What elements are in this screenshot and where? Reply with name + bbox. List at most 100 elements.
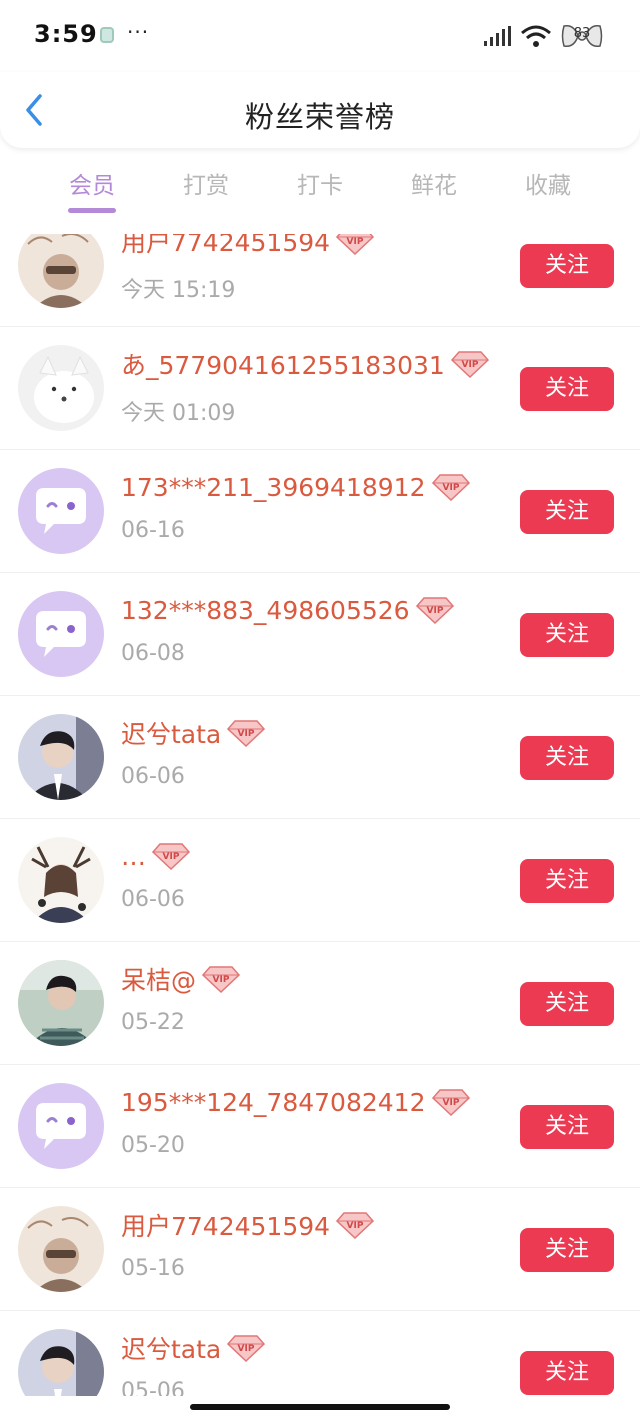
list-item[interactable]: 195***124_7847082412 VIP 05-20 关注 [0, 1065, 640, 1188]
user-name: 呆桔@ [121, 966, 197, 995]
wifi-icon [521, 25, 551, 47]
list-item[interactable]: 迟兮tata VIP 06-06 关注 [0, 696, 640, 819]
status-icons: 83 [482, 22, 604, 50]
follow-button[interactable]: 关注 [520, 1351, 614, 1395]
svg-text:VIP: VIP [442, 483, 459, 493]
list-item[interactable]: 迟兮tata VIP 05-06 关注 [0, 1311, 640, 1396]
avatar[interactable] [18, 837, 104, 923]
visit-date: 06-16 [121, 518, 185, 543]
visit-date: 05-16 [121, 1256, 185, 1281]
visit-date: 05-22 [121, 1010, 185, 1035]
visit-date: 06-08 [121, 641, 185, 666]
follow-button[interactable]: 关注 [520, 613, 614, 657]
tab-member[interactable]: 会员 [44, 166, 140, 200]
list-item[interactable]: あ_577904161255183031 VIP 今天 01:09 关注 [0, 327, 640, 450]
avatar[interactable] [18, 714, 104, 800]
follow-button[interactable]: 关注 [520, 367, 614, 411]
list-item[interactable]: 132***883_498605526 VIP 06-08 关注 [0, 573, 640, 696]
list-item[interactable]: 呆桔@ VIP 05-22 关注 [0, 942, 640, 1065]
page-title: 粉丝荣誉榜 [244, 100, 395, 134]
tab-reward[interactable]: 打赏 [158, 166, 254, 200]
tab-indicator [68, 208, 116, 213]
visit-date: 05-20 [121, 1133, 185, 1158]
fan-list[interactable]: 用户7742451594 VIP 今天 15:19 关注 あ_5779041612551… [0, 234, 640, 1396]
svg-text:VIP: VIP [163, 852, 180, 862]
vip-diamond-icon: VIP [450, 351, 489, 378]
vip-diamond-icon: VIP [431, 1089, 470, 1116]
name-line: 195***124_7847082412 VIP [121, 1085, 470, 1119]
svg-text:VIP: VIP [213, 975, 230, 985]
user-name: 迟兮tata [121, 720, 222, 749]
vip-diamond-icon: VIP [415, 597, 454, 624]
svg-text:VIP: VIP [442, 1098, 459, 1108]
user-name: 用户7742451594 [121, 1212, 331, 1241]
svg-text:VIP: VIP [426, 606, 443, 616]
vip-diamond-icon: VIP [227, 720, 266, 747]
vip-diamond-icon: VIP [202, 966, 241, 993]
list-item[interactable]: 用户7742451594 VIP 今天 15:19 关注 [0, 234, 640, 327]
name-line: 迟兮tata VIP [121, 1331, 266, 1365]
avatar[interactable] [18, 960, 104, 1046]
name-line: … VIP [121, 839, 190, 873]
signal-icon [484, 26, 511, 46]
user-name: 132***883_498605526 [121, 595, 410, 625]
app-notification-icon [100, 27, 114, 43]
list-item[interactable]: 173***211_3969418912 VIP 06-16 关注 [0, 450, 640, 573]
list-item[interactable]: 用户7742451594 VIP 05-16 关注 [0, 1188, 640, 1311]
home-indicator[interactable] [190, 1404, 450, 1410]
follow-button[interactable]: 关注 [520, 859, 614, 903]
user-name: 173***211_3969418912 [121, 472, 426, 502]
avatar[interactable] [18, 345, 104, 431]
tab-flowers[interactable]: 鲜花 [386, 166, 482, 200]
vip-diamond-icon: VIP [336, 234, 375, 255]
user-name: あ_577904161255183031 [121, 351, 445, 380]
user-name: 迟兮tata [121, 1335, 222, 1364]
follow-button[interactable]: 关注 [520, 244, 614, 288]
tab-favorites[interactable]: 收藏 [500, 166, 596, 200]
tab-checkin[interactable]: 打卡 [272, 166, 368, 200]
svg-text:VIP: VIP [461, 360, 478, 370]
battery-icon: 83 [560, 22, 604, 50]
avatar[interactable] [18, 1329, 104, 1396]
svg-text:VIP: VIP [238, 1344, 255, 1354]
name-line: 173***211_3969418912 VIP [121, 470, 470, 504]
visit-date: 06-06 [121, 887, 185, 912]
status-time: 3:59 [34, 20, 98, 48]
follow-button[interactable]: 关注 [520, 982, 614, 1026]
svg-text:VIP: VIP [347, 237, 364, 247]
visit-date: 05-06 [121, 1379, 185, 1396]
status-bar: 3:59 ··· 83 [0, 0, 640, 72]
avatar[interactable] [18, 1206, 104, 1292]
follow-button[interactable]: 关注 [520, 490, 614, 534]
vip-diamond-icon: VIP [227, 1335, 266, 1362]
svg-text:VIP: VIP [347, 1221, 364, 1231]
name-line: 用户7742451594 VIP [121, 234, 375, 258]
visit-date: 今天 01:09 [121, 401, 236, 426]
svg-text:VIP: VIP [238, 729, 255, 739]
follow-button[interactable]: 关注 [520, 736, 614, 780]
vip-diamond-icon: VIP [336, 1212, 375, 1239]
name-line: あ_577904161255183031 VIP [121, 347, 489, 381]
avatar[interactable] [18, 234, 104, 308]
vip-diamond-icon: VIP [152, 843, 190, 870]
name-line: 132***883_498605526 VIP [121, 593, 454, 627]
more-notifications-icon: ··· [127, 20, 150, 44]
user-name: … [121, 841, 146, 871]
name-line: 迟兮tata VIP [121, 716, 266, 750]
avatar[interactable] [18, 1083, 104, 1169]
visit-date: 06-06 [121, 764, 185, 789]
visit-date: 今天 15:19 [121, 278, 236, 303]
avatar[interactable] [18, 591, 104, 677]
battery-level: 83 [573, 26, 591, 41]
follow-button[interactable]: 关注 [520, 1228, 614, 1272]
user-name: 195***124_7847082412 [121, 1087, 426, 1117]
follow-button[interactable]: 关注 [520, 1105, 614, 1149]
name-line: 呆桔@ VIP [121, 962, 241, 996]
user-name: 用户7742451594 [121, 234, 331, 257]
top-nav-bar: 粉丝荣誉榜 [0, 72, 640, 148]
list-item[interactable]: … VIP 06-06 关注 [0, 819, 640, 942]
tab-bar: 会员 打赏 打卡 鲜花 收藏 [0, 152, 640, 218]
avatar[interactable] [18, 468, 104, 554]
vip-diamond-icon: VIP [431, 474, 470, 501]
name-line: 用户7742451594 VIP [121, 1208, 375, 1242]
